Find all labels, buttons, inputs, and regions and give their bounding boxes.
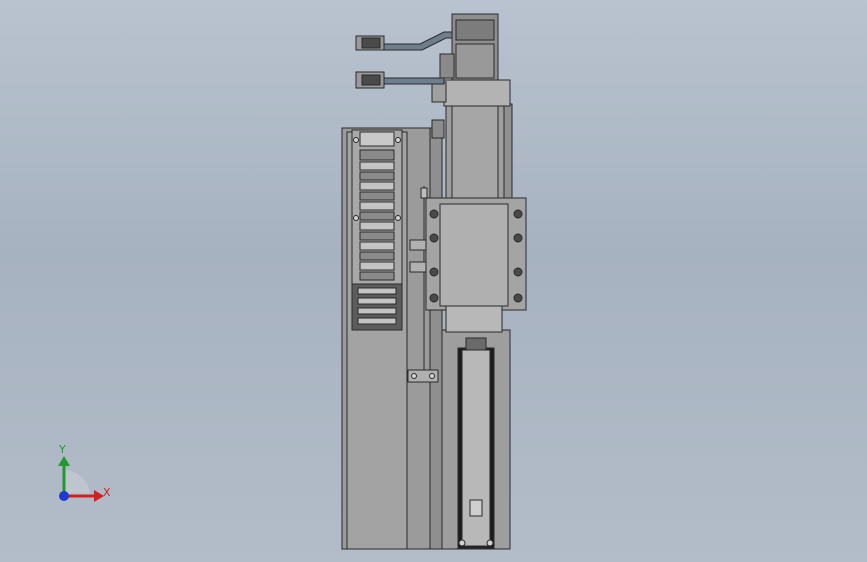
graphics-viewport[interactable]: X Y [0,0,867,562]
linear-actuator-model[interactable] [0,0,867,562]
cable-chain[interactable] [351,129,403,331]
motor-cables[interactable] [355,31,453,89]
axis-triad[interactable] [58,456,104,502]
upper-column[interactable] [431,103,513,201]
x-axis-label: X [103,486,111,499]
actuator-column[interactable] [441,329,511,550]
y-axis-label: Y [59,443,66,456]
servo-motor[interactable] [431,13,511,107]
